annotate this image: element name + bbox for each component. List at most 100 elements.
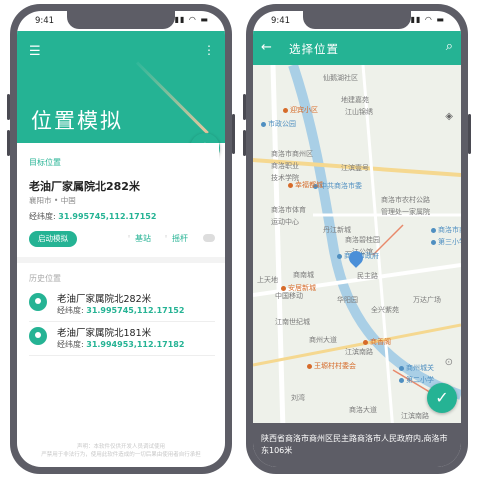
poi-dot-icon [363,339,368,345]
map-label: 江山锦绣 [345,107,373,117]
map-label-text: 刘湾 [291,394,305,402]
map-label-text: 王塬村村委会 [314,362,356,370]
map-label: 迎宾小区 [283,105,318,115]
section-divider [17,257,225,263]
map-label-text: 丹江新城 [323,226,351,234]
poi-dot-icon [337,253,342,259]
map-label-text: 迎宾小区 [290,106,318,114]
map-label: 万达广场 [413,295,441,305]
history-coordinates: 经纬度: 31.995745,112.17152 [57,305,184,316]
map-label: 运动中心 [271,217,299,227]
map-label-text: 商洛市体育 [271,206,306,214]
disclaimer-line-2: 严禁用于非法行为，使用此软件造成的一切后果由使用者自行承担 [41,452,201,458]
history-item[interactable]: 老油厂家属院北181米 经纬度: 31.994953,112.17182 [29,325,215,355]
map-label: 民主路 [357,271,378,281]
map-label-text: 安居新城 [288,284,316,292]
location-pin-icon [29,327,47,345]
map-label: 商州大道 [309,335,337,345]
map-label-text: 第三小学 [438,238,461,246]
map-label-text: 江滨南路 [401,412,429,420]
disclaimer-footer: 声明：本软件仅供开发人员调试使用 严禁用于非法行为，使用此软件造成的一切后果由使… [37,443,205,459]
poi-dot-icon [399,365,404,371]
notch [303,11,411,29]
poi-dot-icon [261,121,266,127]
confirm-location-button[interactable]: ✓ [427,383,457,413]
status-time: 9:41 [271,16,291,26]
map-label-text: 仙鹅湖社区 [323,74,358,82]
disclaimer-line-1: 声明：本软件仅供开发人员调试使用 [76,444,165,450]
history-title: 老油厂家属院北282米 [57,294,152,305]
map-label-text: 商州大道 [309,336,337,344]
coord-value: 31.995745,112.17152 [86,306,185,315]
map-label: 王塬村村委会 [307,361,356,371]
map-label: 全兴紫苑 [371,305,399,315]
map-label-text: 幸福都城 [295,181,323,189]
left-volume-button [7,94,10,120]
history-label: 历史位置 [29,274,61,283]
coord-value: 31.995745,112.17152 [58,212,157,221]
decorative-light-ray [135,61,209,135]
map-label: 幸福都城 [288,180,323,190]
right-volume-button-2 [243,130,246,156]
page-title: 选择位置 [289,42,339,56]
poi-dot-icon [281,285,286,291]
map-label: 商洛市商州区 [271,149,313,159]
start-simulation-button[interactable]: 启动模拟 [29,231,77,247]
map-label-text: 第二小学 [406,376,434,384]
map-label-text: 中国移动 [275,292,303,300]
basestation-option[interactable]: 基站 [135,233,151,244]
my-location-icon[interactable]: ⊙ [445,357,453,368]
history-title: 老油厂家属院北181米 [57,328,152,339]
map-label: 江滨壹号 [341,163,369,173]
target-label: 目标位置 [29,158,61,167]
map-label: 商洛市农村公路 [381,195,430,205]
coord-label: 经纬度: [29,212,56,221]
basestation-icon: ◦ [127,233,132,241]
coord-label: 经纬度: [57,306,84,315]
map-label-text: 商洛碧桂园 [345,236,380,244]
toggle-switch[interactable] [203,234,215,242]
map-label-text: 全兴紫苑 [371,306,399,314]
left-power-button [232,114,235,154]
menu-icon[interactable]: ☰ [29,44,41,59]
map-label-text: 商洛职业 [271,162,299,170]
map-label: 第三小学 [431,237,461,247]
history-item[interactable]: 老油厂家属院北282米 经纬度: 31.995745,112.17152 [29,291,215,321]
coord-value: 31.994953,112.17182 [86,340,185,349]
map-label: 江滨南路 [345,347,373,357]
map-label: 商洛大道 [349,405,377,415]
map-label: 商州城关 [399,363,434,373]
map-label-text: 中共商洛市委 [320,182,362,190]
joystick-icon: ◦ [164,233,169,241]
left-phone-frame: 9:41 ▮▮ ◠ ▬ ☰ ⋮ 位置模拟 + 目标位置 老油厂家属院北282米 … [7,4,235,474]
poi-dot-icon [283,107,288,113]
app-header: ← 选择位置 ⌕ [253,31,461,65]
map-label-text: 江滨壹号 [341,164,369,172]
joystick-option[interactable]: 摇杆 [172,233,188,244]
map-label-text: 上天地 [257,276,278,284]
left-screen: 9:41 ▮▮ ◠ ▬ ☰ ⋮ 位置模拟 + 目标位置 老油厂家属院北282米 … [17,11,225,467]
more-vert-icon[interactable]: ⋮ [203,43,215,57]
map-label-text: 江山锦绣 [345,108,373,116]
map-label-text: 万达广场 [413,296,441,304]
app-header: ☰ ⋮ 位置模拟 [17,31,225,143]
map-view[interactable]: 仙鹅湖社区 地建嘉苑 江山锦绣 市政公园 迎宾小区 商洛市商州区 商洛职业 技术学院 江滨壹号中… [253,65,461,431]
target-city: 襄阳市 • 中国 [29,196,76,205]
map-label: 第二小学 [399,375,434,385]
arrow-back-icon[interactable]: ← [261,40,272,55]
notch [67,11,175,29]
map-label-text: 商洛市商州区 [438,226,461,234]
search-icon[interactable]: ⌕ [446,39,453,54]
page-title: 位置模拟 [31,109,123,133]
map-label: 华阳园 [337,295,358,305]
status-time: 9:41 [35,16,55,26]
layers-icon[interactable]: ◈ [445,111,453,122]
map-label-text: 江南世纪城 [275,318,310,326]
map-label-text: 商洛市农村公路 [381,196,430,204]
map-label-text: 江滨南路 [345,348,373,356]
poi-dot-icon [431,227,436,233]
map-label: 江南世纪城 [275,317,310,327]
map-label-text: 商香阁 [370,338,391,346]
poi-dot-icon [431,239,436,245]
map-label-text: 商洛大道 [349,406,377,414]
